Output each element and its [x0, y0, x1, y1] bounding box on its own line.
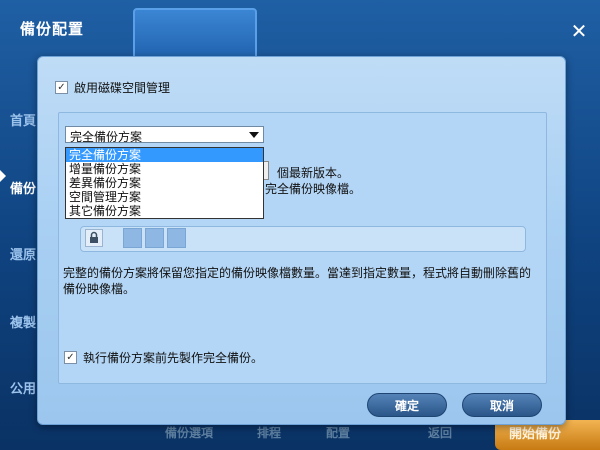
dropdown-option[interactable]: 空間管理方案: [66, 190, 263, 204]
checkmark-icon: ✓: [57, 82, 66, 93]
sidebar-item-backup[interactable]: 備份: [10, 178, 36, 197]
image-slot: [145, 228, 164, 248]
version-count-suffix: 個最新版本。: [277, 166, 350, 180]
chevron-down-icon[interactable]: [249, 132, 259, 138]
sidebar-item-restore[interactable]: 還原: [10, 244, 36, 263]
scheme-dropdown-list: 完全備份方案 增量備份方案 差異備份方案 空間管理方案 其它備份方案: [65, 147, 264, 219]
close-icon[interactable]: ✕: [568, 20, 590, 42]
lock-icon: [85, 229, 103, 247]
pre-full-backup-checkbox[interactable]: ✓: [64, 351, 77, 364]
schedule-button[interactable]: 排程: [257, 424, 281, 441]
sidebar-item-home[interactable]: 首頁: [10, 110, 36, 129]
pre-full-backup-row[interactable]: ✓ 執行備份方案前先製作完全備份。: [64, 349, 263, 366]
enable-disk-mgmt-row[interactable]: ✓ 啟用磁碟空間管理: [55, 79, 170, 96]
scheme-select-value: 完全備份方案: [70, 130, 143, 144]
dropdown-option[interactable]: 完全備份方案: [66, 148, 263, 162]
dropdown-option[interactable]: 增量備份方案: [66, 162, 263, 176]
window-title: 備份配置: [20, 20, 85, 38]
scheme-description: 完整的備份方案將保留您指定的備份映像檔數量。當達到指定數量，程式將自動刪除舊的備…: [63, 266, 532, 296]
image-slot: [123, 228, 142, 248]
pre-full-backup-label: 執行備份方案前先製作完全備份。: [83, 351, 264, 365]
full-image-suffix: 完全備份映像檔。: [265, 182, 362, 196]
dropdown-option[interactable]: 差異備份方案: [66, 176, 263, 190]
sidebar-item-copy[interactable]: 複製: [10, 312, 36, 331]
back-button[interactable]: 返回: [428, 424, 452, 441]
config-button[interactable]: 配置: [326, 424, 350, 441]
backup-options-button[interactable]: 備份選項: [165, 424, 213, 441]
sidebar-active-arrow-icon: [0, 170, 6, 182]
sidebar-item-utilities[interactable]: 公用: [10, 378, 36, 397]
dropdown-option[interactable]: 其它備份方案: [66, 204, 263, 218]
image-slot: [167, 228, 186, 248]
checkmark-icon: ✓: [66, 352, 75, 363]
cancel-button[interactable]: 取消: [462, 393, 542, 417]
enable-disk-mgmt-label: 啟用磁碟空間管理: [74, 81, 171, 95]
scheme-select[interactable]: 完全備份方案: [65, 126, 264, 144]
enable-disk-mgmt-checkbox[interactable]: ✓: [55, 81, 68, 94]
ok-button[interactable]: 確定: [367, 393, 447, 417]
